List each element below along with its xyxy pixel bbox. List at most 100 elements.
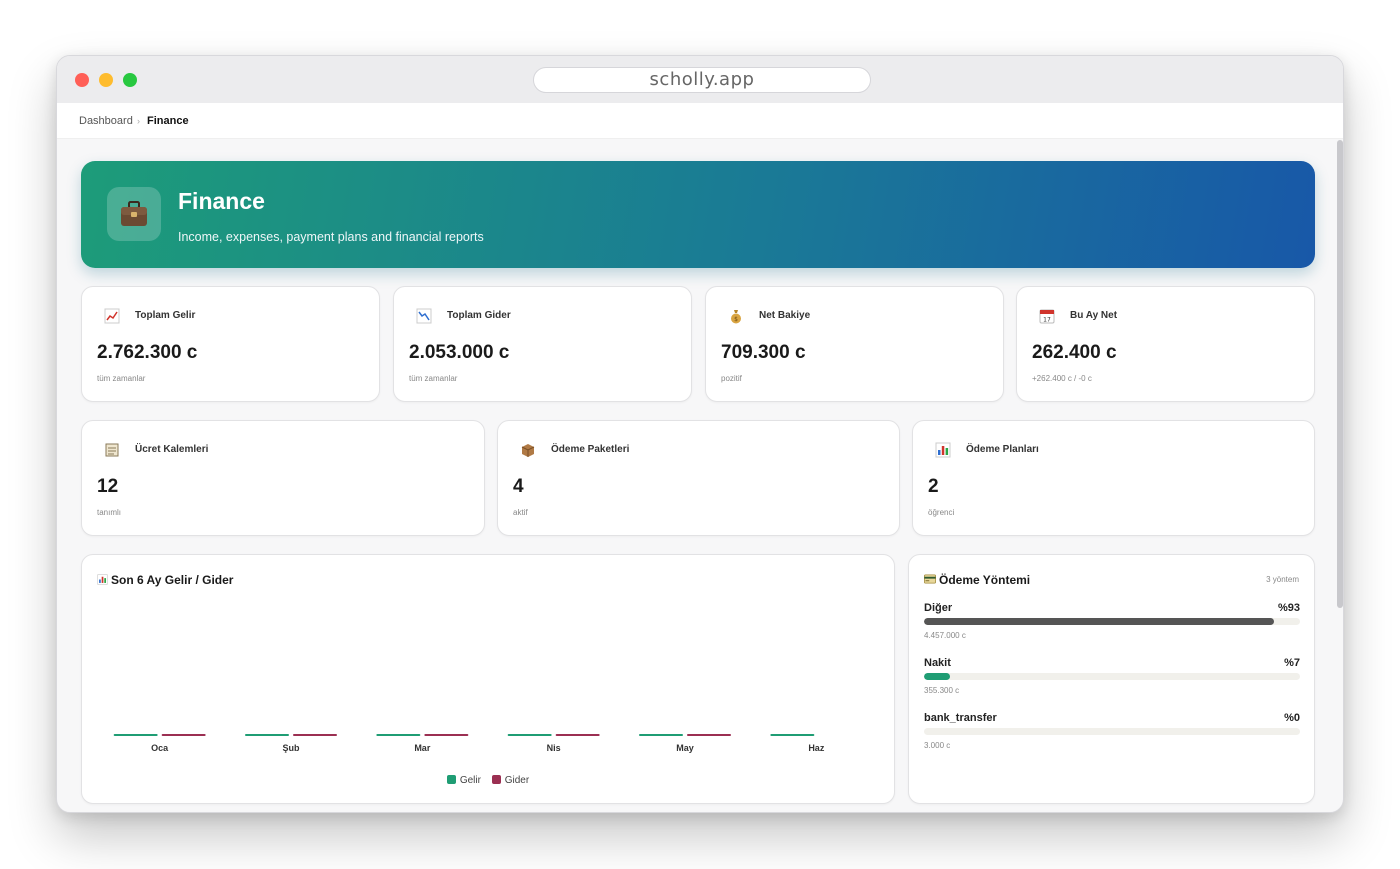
stat-label: Ücret Kalemleri [135, 444, 209, 455]
breadcrumb: Dashboard › Finance [57, 103, 1343, 139]
method-name: Nakit [924, 657, 951, 669]
legend-label: Gider [504, 775, 530, 786]
stat-card-payment-plans[interactable]: Ödeme Planları 2 öğrenci [912, 420, 1315, 536]
method-percent: %93 [1277, 602, 1300, 614]
close-window-button[interactable] [75, 73, 89, 87]
method-row-bank-transfer[interactable]: bank_transfer %0 3.000 c [924, 712, 1300, 756]
stat-value: 262.400 c [1032, 342, 1117, 363]
method-name: bank_transfer [924, 712, 997, 724]
bar-gider-0[interactable] [161, 734, 206, 736]
stat-card-payment-packages[interactable]: Ödeme Paketleri 4 aktif [497, 420, 900, 536]
stat-label: Net Bakiye [759, 310, 811, 321]
method-amount: 3.000 c [924, 741, 951, 750]
chart-down-icon [416, 308, 432, 324]
address-bar[interactable]: scholly.app [533, 67, 871, 93]
bar-gelir-5[interactable] [770, 734, 815, 736]
payment-methods-title: Ödeme Yöntemi [924, 573, 1030, 587]
bar-gelir-0[interactable] [113, 734, 158, 736]
stat-value: 2.053.000 c [409, 342, 510, 363]
calendar-icon: 17 [1039, 308, 1055, 324]
bar-gider-4[interactable] [687, 734, 731, 736]
breadcrumb-dashboard-link[interactable]: Dashboard [79, 115, 133, 127]
method-progress-fill [924, 673, 951, 680]
x-tick-label: Mar [414, 743, 431, 753]
legend-swatch [491, 775, 501, 784]
method-percent: %7 [1284, 657, 1300, 669]
stat-card-total-expense[interactable]: Toplam Gider 2.053.000 c tüm zamanlar [393, 286, 692, 402]
stat-subtext: öğrenci [928, 508, 955, 517]
maximize-window-button[interactable] [123, 73, 137, 87]
method-row-nakit[interactable]: Nakit %7 355.300 c [924, 657, 1300, 701]
stat-subtext: +262.400 c / -0 c [1032, 374, 1092, 383]
method-row-diger[interactable]: Diğer %93 4.457.000 c [924, 602, 1300, 646]
method-progress-track [924, 728, 1300, 735]
stat-value: 2 [928, 476, 939, 497]
legend-item-gider[interactable]: Gider [491, 775, 530, 786]
x-tick-label: Haz [808, 743, 825, 753]
briefcase-icon [107, 187, 161, 241]
x-tick-label: Şub [283, 743, 301, 753]
stat-card-total-income[interactable]: Toplam Gelir 2.762.300 c tüm zamanlar [81, 286, 380, 402]
finance-hero-banner: Finance Income, expenses, payment plans … [81, 161, 1315, 268]
stat-subtext: tüm zamanlar [409, 374, 458, 383]
page-subtitle: Income, expenses, payment plans and fina… [178, 230, 484, 244]
svg-text:$: $ [734, 316, 738, 323]
method-count: 3 yöntem [1266, 575, 1299, 584]
x-tick-label: May [676, 743, 694, 753]
browser-window: scholly.app Dashboard › Finance Finance … [56, 55, 1344, 813]
legend-item-gelir[interactable]: Gelir [446, 775, 481, 786]
stat-label: Toplam Gider [447, 310, 511, 321]
stat-value: 709.300 c [721, 342, 806, 363]
package-icon [520, 442, 536, 458]
stat-card-net-balance[interactable]: $ Net Bakiye 709.300 c pozitif [705, 286, 1004, 402]
bar-gider-1[interactable] [293, 734, 337, 736]
title-bar: scholly.app [57, 56, 1343, 103]
breadcrumb-current: Finance [147, 115, 189, 127]
money-bag-icon: $ [728, 308, 744, 324]
method-amount: 4.457.000 c [924, 631, 966, 640]
method-amount: 355.300 c [924, 686, 960, 695]
stat-label: Ödeme Paketleri [551, 444, 630, 455]
svg-text:17: 17 [1043, 317, 1051, 324]
page-scrollbar[interactable] [1337, 140, 1343, 608]
stat-subtext: pozitif [721, 374, 742, 383]
bar-gelir-3[interactable] [507, 734, 552, 736]
bar-gelir-2[interactable] [376, 734, 421, 736]
bar-gelir-4[interactable] [639, 734, 683, 736]
stat-subtext: tanımlı [97, 508, 122, 517]
page-title: Finance [178, 188, 265, 214]
method-percent: %0 [1284, 712, 1300, 724]
bar-gelir-1[interactable] [245, 734, 289, 736]
stat-subtext: aktif [513, 508, 528, 517]
legend-swatch [446, 775, 456, 784]
ledger-icon [104, 442, 120, 458]
x-tick-label: Nis [547, 743, 561, 753]
stat-value: 12 [97, 476, 119, 497]
chart-legend: Gelir Gider [82, 775, 894, 786]
method-progress-track [924, 618, 1300, 625]
payment-methods-card: Ödeme Yöntemi 3 yöntem Diğer %93 4.457.0… [908, 554, 1315, 804]
income-expense-chart-card: Son 6 Ay Gelir / Gider Oca Şub Mar Nis May Ha… [81, 554, 895, 804]
stat-value: 2.762.300 c [97, 342, 198, 363]
method-name: Diğer [924, 602, 953, 614]
legend-label: Gelir [459, 775, 481, 786]
stat-value: 4 [513, 476, 524, 497]
breadcrumb-separator: › [137, 116, 140, 126]
payment-methods-title-text: Ödeme Yöntemi [939, 573, 1031, 587]
method-progress-fill [924, 618, 1274, 625]
stat-label: Bu Ay Net [1070, 310, 1118, 321]
minimize-window-button[interactable] [99, 73, 113, 87]
stat-card-month-net[interactable]: 17 Bu Ay Net 262.400 c +262.400 c / -0 c [1016, 286, 1315, 402]
x-tick-label: Oca [151, 743, 169, 753]
chart-up-icon [104, 308, 120, 324]
stat-subtext: tüm zamanlar [97, 374, 146, 383]
income-expense-chart: Oca Şub Mar Nis May Haz [113, 734, 825, 753]
bar-chart-icon [935, 442, 951, 458]
method-progress-track [924, 673, 1300, 680]
stat-label: Ödeme Planları [966, 444, 1039, 455]
stat-label: Toplam Gelir [135, 310, 196, 321]
stat-card-fee-items[interactable]: Ücret Kalemleri 12 tanımlı [81, 420, 485, 536]
credit-card-icon [924, 574, 936, 584]
bar-gider-3[interactable] [555, 734, 600, 736]
bar-gider-2[interactable] [424, 734, 469, 736]
